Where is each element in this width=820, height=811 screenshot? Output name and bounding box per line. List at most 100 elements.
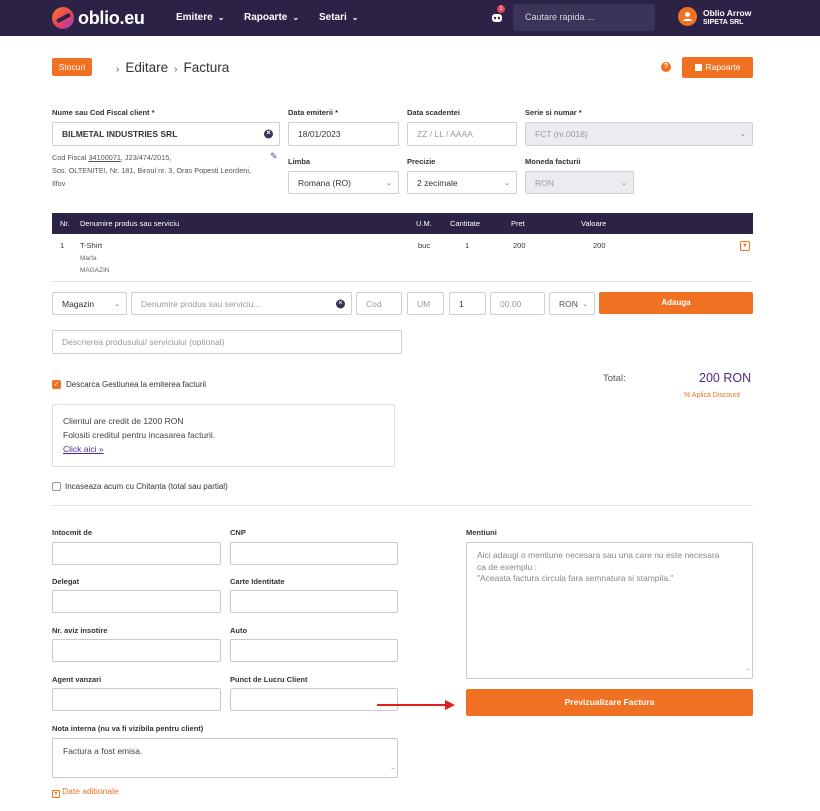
report-icon <box>694 64 702 71</box>
chevron-down-icon: ⌄ <box>582 300 588 308</box>
quick-search-input[interactable]: Cautare rapida ... <box>513 4 655 31</box>
col-price: Pret <box>511 219 525 228</box>
client-county: Ilfov <box>52 179 66 188</box>
client-cif[interactable]: 34100071 <box>89 153 121 162</box>
row-qty: 1 <box>465 241 470 250</box>
product-name-input[interactable]: Denumire produs sau serviciu... ✕ <box>131 292 352 315</box>
currency-value: RON <box>535 177 554 188</box>
description-input[interactable]: Descrierea produsului/ serviciului (opti… <box>52 330 402 354</box>
chevron-down-icon: ⌄ <box>504 179 510 187</box>
menu-emitere-label: Emitere <box>176 12 213 23</box>
um-input[interactable]: UM <box>407 292 444 315</box>
row-product-name: T-Shirt <box>80 241 103 250</box>
notification-badge: 1 <box>497 5 505 13</box>
stock-checkbox[interactable]: ✓ <box>52 380 61 389</box>
help-icon[interactable]: ? <box>661 62 671 72</box>
receipt-checkbox[interactable] <box>52 482 61 491</box>
edit-client-icon[interactable]: ✎ <box>270 151 278 162</box>
top-navbar: oblio.eu Emitere ⌄ Rapoarte ⌄ Setari ⌄ 1 Ca… <box>0 0 820 36</box>
menu-setari-label: Setari <box>319 12 347 23</box>
col-value: Valoare <box>581 219 607 228</box>
series-select[interactable]: FCT (nr.0018) ⌄ <box>525 122 753 146</box>
row-um: buc <box>418 241 431 250</box>
internal-note-textarea[interactable]: Factura a fost emisa. − <box>52 738 398 778</box>
additional-dates-toggle[interactable]: ▼ Date aditionale <box>52 786 119 798</box>
language-select[interactable]: Romana (RO) ⌄ <box>288 171 399 194</box>
breadcrumb-separator-icon: › <box>174 64 178 75</box>
oblio-logo-icon[interactable] <box>52 7 74 29</box>
row-expand-icon[interactable]: ▼ <box>740 241 750 251</box>
receipt-checkbox-label: Incaseaza acum cu Chitanta (total sau pa… <box>65 482 228 491</box>
notice-no-input[interactable] <box>52 639 221 662</box>
warehouse-select[interactable]: Magazin ⌄ <box>52 292 127 315</box>
mentions-placeholder-line2: ca de exemplu : <box>477 561 538 572</box>
cnp-label: CNP <box>230 528 246 537</box>
menu-setari[interactable]: Setari ⌄ <box>319 12 359 23</box>
col-qty: Cantitate <box>450 219 481 228</box>
issue-date-label: Data emiterii * <box>288 108 339 117</box>
line-currency-select[interactable]: RON ⌄ <box>549 292 595 315</box>
breadcrumb-separator-icon: › <box>116 64 120 75</box>
apply-discount-link[interactable]: % Aplica Discount <box>684 392 740 399</box>
divider <box>52 505 753 506</box>
menu-emitere[interactable]: Emitere ⌄ <box>176 12 224 23</box>
cnp-input[interactable] <box>230 542 398 565</box>
issued-by-label: Intocmit de <box>52 528 93 537</box>
client-cif-prefix: Cod Fiscal <box>52 153 87 162</box>
internal-note-label: Nota interna (nu va fi vizibila pentru c… <box>52 724 204 733</box>
client-input[interactable]: BILMETAL INDUSTRIES SRL ✕ <box>52 122 280 146</box>
issued-by-input[interactable] <box>52 542 221 565</box>
quantity-input[interactable]: 1 <box>449 292 486 315</box>
user-company: SIPETA SRL <box>703 19 744 26</box>
delegate-label: Delegat <box>52 577 80 586</box>
breadcrumb: › Editare › Factura <box>110 60 229 75</box>
sales-agent-label: Agent vanzari <box>52 675 102 684</box>
row-nr: 1 <box>60 241 65 250</box>
preview-invoice-button[interactable]: Previzualizare Factura <box>466 689 753 716</box>
use-credit-link[interactable]: Click aici » <box>63 442 394 456</box>
precision-label: Precizie <box>407 157 436 166</box>
delegate-input[interactable] <box>52 590 221 613</box>
due-date-input[interactable]: ZZ / LL / AAAA <box>407 122 517 146</box>
reports-button[interactable]: Rapoarte <box>682 57 753 78</box>
work-point-input[interactable] <box>230 688 398 711</box>
issue-date-input[interactable]: 18/01/2023 <box>288 122 399 146</box>
col-um: U.M. <box>416 219 432 228</box>
sales-agent-input[interactable] <box>52 688 221 711</box>
line-currency-value: RON <box>559 298 578 309</box>
precision-select[interactable]: 2 zecimale ⌄ <box>407 171 517 194</box>
reports-button-label: Rapoarte <box>705 62 741 72</box>
chevron-down-icon: ⌄ <box>114 300 120 308</box>
currency-select[interactable]: RON ⌄ <box>525 171 634 194</box>
resize-handle-icon[interactable]: − <box>746 665 750 677</box>
auto-input[interactable] <box>230 639 398 662</box>
red-arrow-head-icon <box>445 700 455 710</box>
client-details: Cod Fiscal 34100071, J23/474/2015, Sos. … <box>52 151 280 190</box>
chevron-down-icon: ⌄ <box>292 13 300 22</box>
resize-handle-icon[interactable]: − <box>391 764 395 776</box>
user-name[interactable]: Oblio Arrow <box>703 8 751 18</box>
user-avatar-icon[interactable] <box>678 7 697 26</box>
menu-rapoarte[interactable]: Rapoarte ⌄ <box>244 12 299 23</box>
logo-text[interactable]: oblio.eu <box>78 8 145 29</box>
product-name-placeholder: Denumire produs sau serviciu... <box>141 298 261 309</box>
credit-line1: Clientul are credit de 1200 RON <box>63 416 184 426</box>
code-input[interactable]: Cod <box>356 292 402 315</box>
row-value: 200 <box>593 241 606 250</box>
clear-client-icon[interactable]: ✕ <box>264 129 273 139</box>
work-point-label: Punct de Lucru Client <box>230 675 308 684</box>
row-warehouse: MAGAZIN <box>80 267 110 274</box>
price-input[interactable]: 00.00 <box>490 292 545 315</box>
col-name: Denumire produs sau serviciu <box>80 219 180 228</box>
id-card-input[interactable] <box>230 590 398 613</box>
clear-product-icon[interactable]: ✕ <box>336 299 345 308</box>
chevron-down-icon: ⌄ <box>386 179 392 187</box>
add-product-button[interactable]: Adauga <box>599 292 753 314</box>
mentions-textarea[interactable]: Aici adaugi o mentiune necesara sau una … <box>466 542 753 679</box>
table-row[interactable]: 1 T-Shirt Marfa MAGAZIN buc 1 200 200 <box>52 234 753 282</box>
additional-dates-label: Date aditionale <box>62 786 119 796</box>
stocuri-tag[interactable]: Stocuri <box>52 58 92 76</box>
mentions-placeholder-line3: "Aceasta factura circula fara semnatura … <box>477 573 674 583</box>
breadcrumb-factura: Factura <box>183 60 230 75</box>
id-card-label: Carte Identitate <box>230 577 285 586</box>
